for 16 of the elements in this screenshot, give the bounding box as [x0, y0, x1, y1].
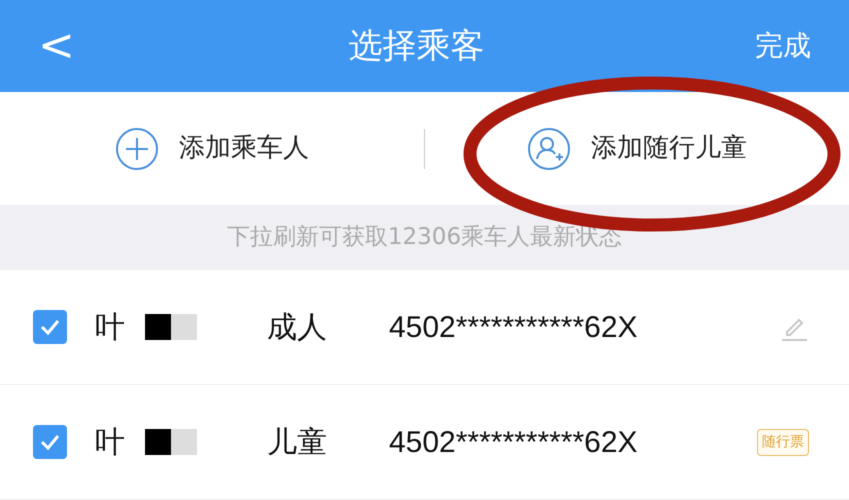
checkbox[interactable] — [33, 425, 67, 459]
passenger-type: 儿童 — [267, 424, 327, 462]
redaction-mark — [145, 429, 197, 455]
passenger-name: 叶 — [95, 308, 125, 346]
checkbox[interactable] — [33, 310, 67, 344]
add-icon — [115, 126, 159, 170]
page-title: 选择乘客 — [348, 24, 484, 68]
add-button[interactable]: 添加乘车人 — [115, 126, 309, 170]
passenger-name: 叶 — [95, 424, 125, 462]
redaction-mark — [145, 314, 197, 340]
add-person-icon — [527, 126, 571, 170]
id-number: 4502***********62X — [389, 424, 638, 460]
add-button[interactable]: 添加随行儿童 — [527, 126, 747, 170]
id-number: 4502***********62X — [389, 310, 638, 346]
passenger-type: 成人 — [267, 308, 327, 346]
ticket-badge: 随行票 — [757, 428, 809, 456]
